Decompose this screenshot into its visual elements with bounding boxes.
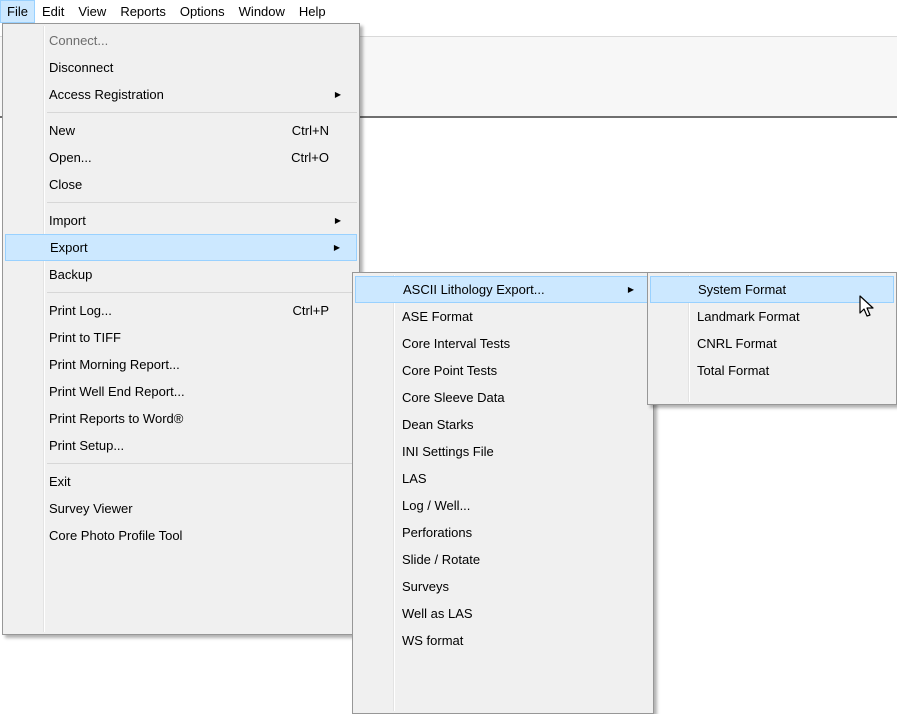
menu-item-label: Export (50, 240, 88, 255)
menubar-edit[interactable]: Edit (35, 0, 71, 23)
menu-item-label: Perforations (402, 525, 473, 540)
menu-item-label: Print Setup... (49, 438, 125, 453)
file-menu-item-print-log[interactable]: Print Log... Ctrl+P (5, 297, 357, 324)
menu-item-label: Backup (49, 267, 93, 282)
export-menu-item-well-as-las[interactable]: Well as LAS (355, 600, 651, 627)
menubar-reports[interactable]: Reports (113, 0, 173, 23)
menu-item-label: Import (49, 213, 86, 228)
menu-item-label: Surveys (402, 579, 449, 594)
menu-item-label: System Format (698, 282, 787, 297)
menu-item-label: Connect... (49, 33, 109, 48)
file-menu-item-core-photo-profile-tool[interactable]: Core Photo Profile Tool (5, 522, 357, 549)
menu-item-label: ASE Format (402, 309, 473, 324)
menu-separator (47, 202, 357, 203)
menu-item-label: INI Settings File (402, 444, 494, 459)
export-menu-item-ase-format[interactable]: ASE Format (355, 303, 651, 330)
menu-item-label: Total Format (697, 363, 770, 378)
menu-item-label: Log / Well... (402, 498, 471, 513)
menu-item-label: Print Reports to Word® (49, 411, 184, 426)
submenu-arrow-icon: ▶ (627, 285, 634, 294)
file-menu: Connect... Disconnect Access Registration ▶… (2, 23, 360, 635)
file-menu-item-access-registration[interactable]: Access Registration ▶ (5, 81, 357, 108)
menu-separator (47, 112, 357, 113)
menu-item-label: Core Interval Tests (402, 336, 511, 351)
submenu-arrow-icon: ▶ (334, 90, 341, 99)
file-menu-item-open[interactable]: Open... Ctrl+O (5, 144, 357, 171)
submenu-arrow-icon: ▶ (333, 243, 340, 252)
file-menu-item-new[interactable]: New Ctrl+N (5, 117, 357, 144)
menu-separator (47, 292, 357, 293)
menu-item-label: Print Well End Report... (49, 384, 185, 399)
file-menu-item-print-morning-report[interactable]: Print Morning Report... (5, 351, 357, 378)
file-menu-item-disconnect[interactable]: Disconnect (5, 54, 357, 81)
ascii-menu-item-total-format[interactable]: Total Format (650, 357, 894, 384)
menubar-window[interactable]: Window (232, 0, 292, 23)
menu-item-label: Print Morning Report... (49, 357, 180, 372)
menu-item-label: Survey Viewer (49, 501, 133, 516)
menu-item-shortcut: Ctrl+O (291, 150, 329, 165)
export-menu-item-ini-settings-file[interactable]: INI Settings File (355, 438, 651, 465)
export-menu-item-perforations[interactable]: Perforations (355, 519, 651, 546)
menu-item-label: Open... (49, 150, 92, 165)
ascii-menu-item-system-format[interactable]: System Format (650, 276, 894, 303)
file-menu-item-print-setup[interactable]: Print Setup... (5, 432, 357, 459)
file-menu-item-print-reports-to-word[interactable]: Print Reports to Word® (5, 405, 357, 432)
menu-item-label: Core Photo Profile Tool (49, 528, 183, 543)
export-submenu: ASCII Lithology Export... ▶ ASE Format Core… (352, 272, 654, 714)
menubar-help[interactable]: Help (292, 0, 333, 23)
export-menu-item-las[interactable]: LAS (355, 465, 651, 492)
file-menu-item-print-well-end-report[interactable]: Print Well End Report... (5, 378, 357, 405)
menu-item-label: Close (49, 177, 83, 192)
export-menu-item-surveys[interactable]: Surveys (355, 573, 651, 600)
menu-item-label: Disconnect (49, 60, 114, 75)
menu-item-shortcut: Ctrl+N (291, 123, 329, 138)
menu-item-label: Access Registration (49, 87, 164, 102)
menu-item-shortcut: Ctrl+P (292, 303, 329, 318)
export-menu-item-ws-format[interactable]: WS format (355, 627, 651, 654)
menu-item-label: Print to TIFF (49, 330, 121, 345)
ascii-menu-item-landmark-format[interactable]: Landmark Format (650, 303, 894, 330)
menu-item-label: CNRL Format (697, 336, 777, 351)
menubar-options[interactable]: Options (173, 0, 232, 23)
ascii-menu-item-cnrl-format[interactable]: CNRL Format (650, 330, 894, 357)
file-menu-item-import[interactable]: Import ▶ (5, 207, 357, 234)
menubar-file[interactable]: File (0, 0, 35, 23)
submenu-arrow-icon: ▶ (334, 216, 341, 225)
ascii-lithology-submenu: System Format Landmark Format CNRL Format T… (647, 272, 897, 405)
menu-item-label: Slide / Rotate (402, 552, 481, 567)
export-menu-item-core-sleeve-data[interactable]: Core Sleeve Data (355, 384, 651, 411)
menubar-view[interactable]: View (71, 0, 113, 23)
menu-item-label: LAS (402, 471, 427, 486)
menu-item-label: Core Sleeve Data (402, 390, 505, 405)
mouse-pointer-icon (859, 295, 874, 317)
file-menu-item-close[interactable]: Close (5, 171, 357, 198)
menu-bar: File Edit View Reports Options Window Help (0, 0, 897, 23)
export-menu-item-dean-starks[interactable]: Dean Starks (355, 411, 651, 438)
file-menu-item-connect: Connect... (5, 27, 357, 54)
file-menu-item-print-to-tiff[interactable]: Print to TIFF (5, 324, 357, 351)
file-menu-item-exit[interactable]: Exit (5, 468, 357, 495)
menu-item-label: Well as LAS (402, 606, 473, 621)
export-menu-item-core-interval-tests[interactable]: Core Interval Tests (355, 330, 651, 357)
export-menu-item-ascii-lithology-export[interactable]: ASCII Lithology Export... ▶ (355, 276, 651, 303)
menu-item-label: Dean Starks (402, 417, 474, 432)
menu-item-label: Print Log... (49, 303, 112, 318)
menu-item-label: Exit (49, 474, 71, 489)
export-menu-item-log-well[interactable]: Log / Well... (355, 492, 651, 519)
menu-item-label: WS format (402, 633, 464, 648)
file-menu-item-backup[interactable]: Backup (5, 261, 357, 288)
menu-item-label: Landmark Format (697, 309, 800, 324)
menu-item-label: New (49, 123, 76, 138)
file-menu-item-export[interactable]: Export ▶ (5, 234, 357, 261)
menu-separator (47, 463, 357, 464)
file-menu-item-survey-viewer[interactable]: Survey Viewer (5, 495, 357, 522)
menu-item-label: Core Point Tests (402, 363, 498, 378)
export-menu-item-slide-rotate[interactable]: Slide / Rotate (355, 546, 651, 573)
menu-item-label: ASCII Lithology Export... (403, 282, 545, 297)
export-menu-item-core-point-tests[interactable]: Core Point Tests (355, 357, 651, 384)
